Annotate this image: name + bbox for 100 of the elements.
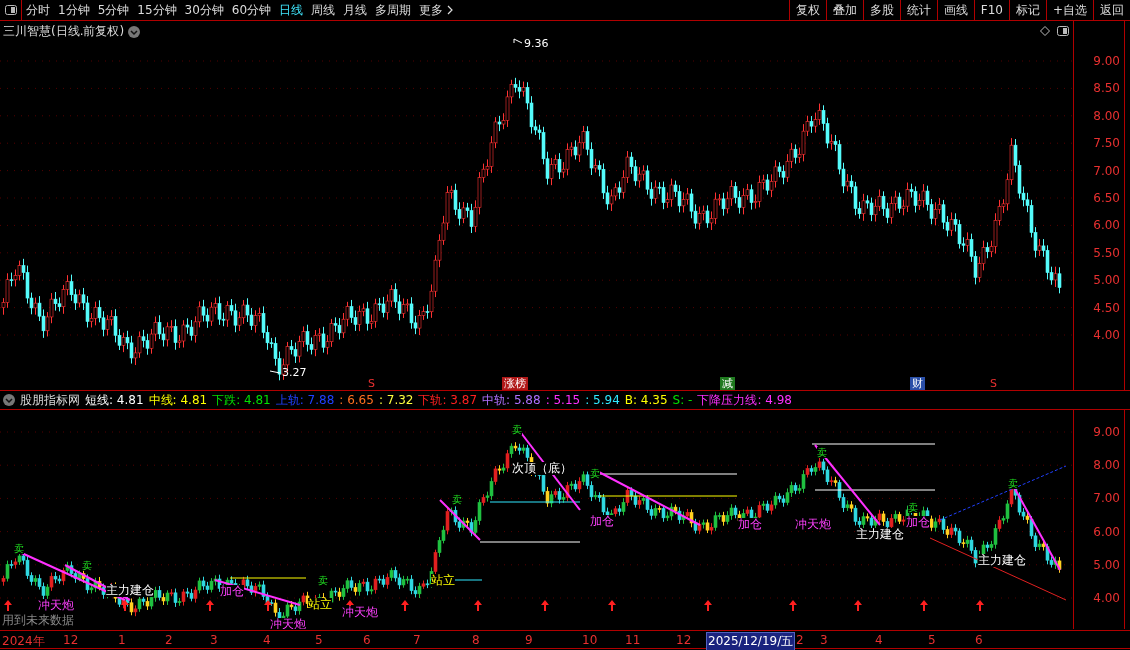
period-tab[interactable]: 分时 [22, 0, 54, 20]
signal-label: 冲天炮 [270, 618, 306, 629]
period-tab[interactable]: 15分钟 [133, 0, 181, 20]
event-marker[interactable]: 财 [910, 377, 925, 390]
sell-signal: 卖 [590, 468, 600, 479]
date-label: 9 [525, 633, 533, 647]
period-tab[interactable]: 日线 [275, 0, 308, 20]
up-arrow-icon [976, 600, 984, 611]
up-arrow-icon [264, 600, 272, 611]
sell-signal: 卖 [1008, 478, 1018, 489]
dropdown-icon[interactable] [128, 25, 141, 38]
axis-label: 7.00 [1093, 492, 1120, 505]
axis-label: 6.50 [1093, 192, 1120, 204]
signal-label: 站立 [308, 598, 332, 612]
axis-label: 7.50 [1093, 137, 1120, 150]
up-arrow-icon [854, 600, 862, 611]
signal-label: 冲天炮 [342, 606, 378, 620]
dropdown-icon[interactable] [3, 394, 15, 406]
legend-value: 下跌: 4.81 [212, 391, 271, 409]
period-tab[interactable]: 30分钟 [180, 0, 228, 20]
legend-value: : 6.65 [339, 393, 374, 407]
date-label: 10 [582, 633, 598, 647]
period-tab[interactable]: 周线 [307, 0, 340, 20]
legend-value: B: 4.35 [624, 393, 668, 407]
up-arrow-icon [474, 600, 482, 611]
date-label: 3 [820, 633, 828, 647]
date-label: 12 [676, 633, 692, 647]
legend-value: 上轨: 7.88 [275, 391, 335, 409]
signal-label: 主力建仓 [978, 554, 1026, 568]
up-arrow-icon [608, 600, 616, 611]
up-arrow-icon [206, 600, 214, 611]
up-arrow-icon [4, 600, 12, 611]
date-label: 3 [210, 633, 218, 647]
indicator-name: 股朋指标网 [20, 391, 80, 409]
event-marker[interactable]: S [988, 377, 999, 390]
sell-signal: 卖 [318, 575, 328, 586]
signal-label: 冲天炮 [795, 518, 831, 532]
axis-label: 8.00 [1093, 109, 1120, 122]
date-label: 5 [928, 633, 936, 647]
event-marker[interactable]: 涨榜 [502, 377, 528, 390]
date-label: 11 [625, 633, 641, 647]
axis-label: 5.00 [1093, 558, 1120, 571]
panel-toggle-icon [4, 5, 17, 15]
event-marker[interactable]: 减 [720, 377, 735, 390]
axis-label: 7.00 [1093, 164, 1120, 177]
diamond-icon[interactable] [1040, 26, 1050, 36]
event-marker[interactable]: S [366, 377, 377, 390]
axis-label: 5.00 [1093, 274, 1120, 287]
date-label: 4 [263, 633, 271, 647]
cursor-date-label: 2025/12/19/五 [706, 632, 796, 650]
low-marker-icon [269, 370, 281, 374]
up-arrow-icon [789, 600, 797, 611]
period-tab[interactable]: 5分钟 [93, 0, 134, 20]
legend-value: 下降压力线: 4.98 [697, 391, 792, 409]
legend-value: 短线: 4.81 [85, 391, 144, 409]
period-tab[interactable]: 多周期 [371, 0, 416, 20]
up-arrow-icon [541, 600, 549, 611]
date-label: 4 [875, 633, 883, 647]
signal-label: 加仓 [906, 516, 930, 530]
axis-label: 6.00 [1093, 219, 1120, 232]
high-price-label: 9.36 [524, 38, 549, 51]
sell-signal: 卖 [512, 424, 522, 435]
legend-value: S: - [672, 393, 693, 407]
legend-value: 中轨: 5.88 [482, 391, 541, 409]
sell-signal: 卖 [817, 447, 827, 458]
chart-title: 三川智慧(日线.前复权) [3, 23, 125, 40]
signal-label: 加仓 [590, 515, 614, 529]
up-arrow-icon [704, 600, 712, 611]
panel-toggle-icon[interactable] [1057, 26, 1069, 36]
high-marker-icon [513, 38, 523, 44]
axis-label: 4.50 [1093, 301, 1120, 314]
date-label: 1 [118, 633, 126, 647]
legend-value: : 7.32 [378, 393, 414, 407]
sell-signal: 卖 [452, 494, 462, 505]
signal-label: 主力建仓 [106, 584, 154, 598]
axis-label: 8.00 [1093, 459, 1120, 472]
period-tab[interactable]: 60分钟 [227, 0, 276, 20]
date-label: 5 [315, 633, 323, 647]
axis-label: 9.00 [1093, 55, 1120, 67]
date-label: 2 [796, 633, 804, 647]
up-arrow-icon [920, 600, 928, 611]
axis-label: 8.50 [1093, 82, 1120, 95]
up-arrow-icon [401, 600, 409, 611]
sell-signal: 卖 [908, 502, 918, 513]
signal-label: 加仓 [220, 585, 244, 599]
signal-label: 主力建仓 [856, 528, 904, 542]
sell-signal: 卖 [14, 543, 24, 554]
chevron-right-icon [446, 5, 455, 15]
date-label: 2024年 [2, 633, 45, 650]
more-button[interactable]: 更多 [415, 0, 459, 20]
axis-label: 5.50 [1093, 246, 1120, 259]
period-tab[interactable]: 1分钟 [54, 0, 94, 20]
date-label: 2 [165, 633, 173, 647]
date-label: 8 [472, 633, 480, 647]
signal-label: 冲天炮 [38, 599, 74, 613]
axis-label: 9.00 [1093, 426, 1120, 438]
up-arrow-icon [121, 600, 129, 611]
legend-value: 下轨: 3.87 [418, 391, 478, 409]
legend-value: 中线: 4.81 [148, 391, 208, 409]
period-tab[interactable]: 月线 [339, 0, 372, 20]
